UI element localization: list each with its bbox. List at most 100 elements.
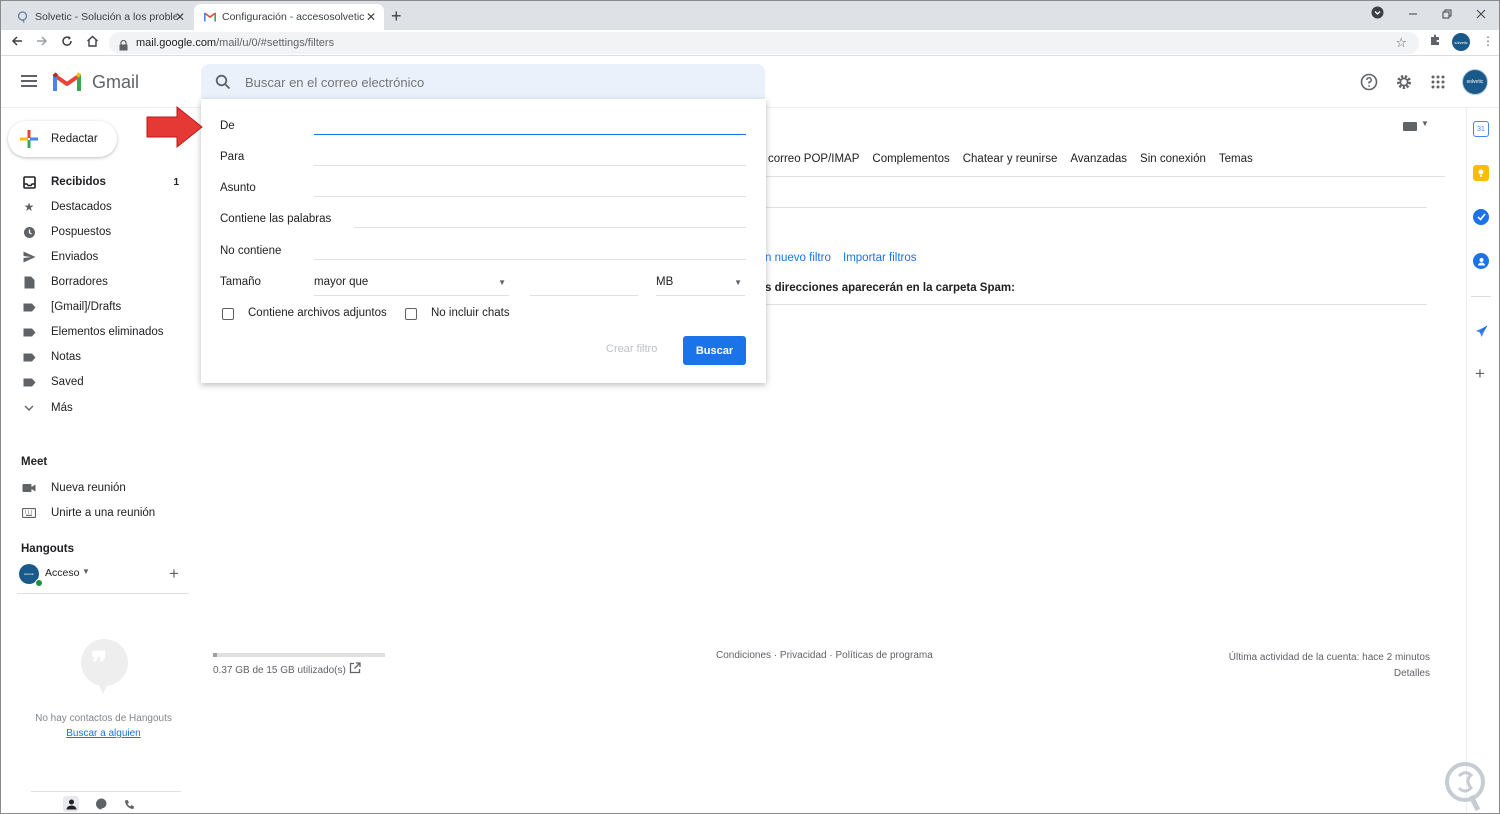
- search-button[interactable]: Buscar: [683, 336, 746, 365]
- profile-dropdown-icon[interactable]: [1371, 6, 1384, 22]
- sidebar-item-notes[interactable]: Notas: [1, 346, 189, 368]
- has-attachment-label: Contiene archivos adjuntos: [248, 307, 387, 319]
- sidebar-item-snoozed[interactable]: Pospuestos: [1, 221, 189, 243]
- label-icon: [22, 300, 36, 314]
- tab-themes[interactable]: Temas: [1219, 153, 1253, 165]
- no-contacts-text: No hay contactos de Hangouts: [35, 713, 172, 724]
- close-icon[interactable]: ✕: [366, 10, 376, 24]
- sidebar-item-inbox[interactable]: Recibidos 1: [1, 171, 189, 193]
- join-meeting-item[interactable]: Unirte a una reunión: [1, 502, 189, 524]
- from-field[interactable]: [314, 134, 746, 135]
- close-icon[interactable]: ✕: [175, 10, 185, 24]
- hangouts-user-name[interactable]: Acceso: [45, 567, 79, 579]
- mail-search-input[interactable]: [245, 74, 725, 90]
- sidebar-item-starred[interactable]: ★ Destacados: [1, 196, 189, 218]
- input-tools-keyboard-icon[interactable]: [1403, 122, 1417, 131]
- inbox-icon: [22, 175, 36, 189]
- account-avatar[interactable]: solvetic: [1462, 69, 1488, 95]
- browser-menu-icon[interactable]: ⋮: [1482, 34, 1494, 48]
- url-text: mail.google.com/mail/u/0/#settings/filte…: [136, 37, 334, 49]
- sidebar-item-label: Más: [51, 402, 73, 414]
- address-bar[interactable]: mail.google.com/mail/u/0/#settings/filte…: [109, 32, 1419, 54]
- apps-grid-icon[interactable]: [1428, 72, 1448, 92]
- gmail-logo-icon[interactable]: [52, 70, 82, 94]
- to-field[interactable]: [314, 165, 746, 166]
- compose-button[interactable]: Redactar: [8, 121, 117, 157]
- sidebar-item-saved[interactable]: Saved: [1, 371, 189, 393]
- gear-icon[interactable]: [1394, 72, 1414, 92]
- solvetic-favicon-icon: [17, 11, 29, 23]
- tasks-icon[interactable]: [1473, 209, 1489, 225]
- browser-tab-solvetic[interactable]: Solvetic - Solución a los problem ✕: [7, 4, 193, 30]
- reload-icon[interactable]: [61, 34, 73, 50]
- restore-icon[interactable]: [1442, 7, 1452, 22]
- bookmark-star-icon[interactable]: ☆: [1395, 35, 1407, 51]
- sidebar-item-label: Recibidos: [51, 176, 106, 188]
- sidebar-item-label: Destacados: [51, 201, 112, 213]
- details-link[interactable]: Detalles: [1229, 666, 1430, 682]
- not-has-field[interactable]: [314, 259, 746, 260]
- forward-icon[interactable]: [36, 34, 48, 50]
- browser-profile-avatar[interactable]: solvetic: [1452, 33, 1470, 51]
- calendar-icon[interactable]: 31: [1473, 121, 1489, 137]
- new-tab-button[interactable]: +: [391, 6, 402, 27]
- new-meeting-label: Nueva reunión: [51, 482, 126, 494]
- size-operator-select[interactable]: mayor que ▼: [314, 276, 509, 296]
- sidebar-item-label: [Gmail]/Drafts: [51, 301, 122, 313]
- sidebar-item-more[interactable]: Más: [1, 397, 189, 419]
- phone-icon[interactable]: [121, 796, 137, 812]
- close-window-icon[interactable]: [1476, 7, 1486, 22]
- import-filters-link[interactable]: Importar filtros: [843, 252, 917, 264]
- home-icon[interactable]: [86, 34, 99, 50]
- label-icon: [22, 350, 36, 364]
- sidebar-item-drafts[interactable]: Borradores: [1, 271, 189, 293]
- storage-usage-text: 0.37 GB de 15 GB utilizado(s): [213, 665, 346, 676]
- size-label: Tamaño: [220, 276, 261, 288]
- size-operator-value: mayor que: [314, 276, 369, 288]
- find-someone-link[interactable]: Buscar a alguien: [1, 728, 206, 739]
- main-menu-icon[interactable]: [21, 75, 37, 87]
- label-icon: [22, 325, 36, 339]
- caret-down-icon[interactable]: ▼: [1421, 119, 1429, 128]
- mail-search-bar[interactable]: [201, 64, 765, 100]
- divider: [17, 593, 189, 594]
- has-words-field[interactable]: [354, 227, 746, 228]
- size-number-field[interactable]: [530, 276, 638, 296]
- no-chats-checkbox[interactable]: [405, 308, 417, 320]
- tab-advanced[interactable]: Avanzadas: [1070, 153, 1127, 165]
- addon-send-icon[interactable]: [1473, 323, 1489, 339]
- external-link-icon[interactable]: [349, 662, 361, 677]
- extensions-icon[interactable]: [1429, 34, 1441, 49]
- person-icon[interactable]: [63, 796, 79, 812]
- contacts-icon[interactable]: [1473, 253, 1489, 269]
- minimize-icon[interactable]: [1408, 7, 1418, 22]
- create-filter-button[interactable]: Crear filtro: [606, 343, 657, 355]
- sidebar-item-deleted[interactable]: Elementos eliminados: [1, 321, 189, 343]
- subject-field[interactable]: [314, 196, 746, 197]
- tab-addons[interactable]: Complementos: [872, 153, 949, 165]
- keep-icon[interactable]: [1473, 165, 1489, 181]
- add-contact-plus-icon[interactable]: +: [169, 564, 179, 584]
- tab-offline[interactable]: Sin conexión: [1140, 153, 1206, 165]
- tab-chat-meet[interactable]: Chatear y reunirse: [963, 153, 1058, 165]
- online-status-icon: [35, 579, 43, 587]
- create-new-filter-link[interactable]: n nuevo filtro: [765, 252, 831, 264]
- new-meeting-item[interactable]: Nueva reunión: [1, 477, 189, 499]
- footer-policy-links[interactable]: Condiciones · Privacidad · Políticas de …: [716, 650, 933, 661]
- browser-tab-gmail[interactable]: Configuración - accesosolvetic1( ✕: [194, 4, 384, 30]
- get-addons-plus-icon[interactable]: +: [1475, 364, 1485, 384]
- tab-pop-imap[interactable]: correo POP/IMAP: [768, 153, 859, 165]
- sidebar-item-sent[interactable]: Enviados: [1, 246, 189, 268]
- search-icon[interactable]: [215, 74, 231, 90]
- sidebar-item-label: Elementos eliminados: [51, 326, 164, 338]
- caret-down-icon[interactable]: ▼: [82, 567, 90, 576]
- keyboard-icon: [22, 506, 36, 520]
- hangouts-chat-icon[interactable]: [93, 796, 109, 812]
- help-icon[interactable]: [1359, 72, 1379, 92]
- sidebar-item-label: Notas: [51, 351, 82, 363]
- back-icon[interactable]: [11, 34, 23, 50]
- hangouts-bottom-bar: [31, 791, 181, 813]
- has-attachment-checkbox[interactable]: [222, 308, 234, 320]
- size-unit-select[interactable]: MB ▼: [656, 276, 745, 296]
- sidebar-item-gmail-drafts[interactable]: [Gmail]/Drafts: [1, 296, 189, 318]
